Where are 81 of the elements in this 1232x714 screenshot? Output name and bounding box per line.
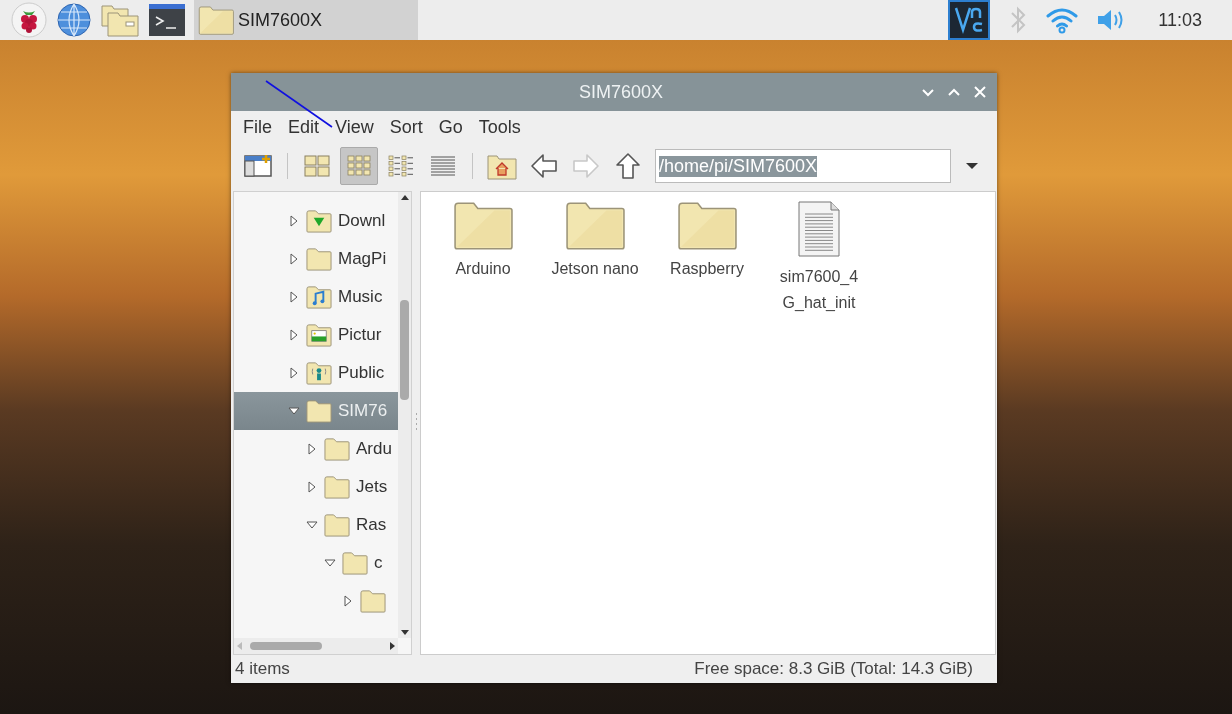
tree-label: Jets bbox=[356, 477, 388, 497]
menu-item[interactable]: File bbox=[235, 116, 280, 138]
folder-icon bbox=[453, 200, 513, 250]
vnc-icon[interactable] bbox=[948, 0, 991, 40]
file-name[interactable]: sim7600_4G_hat_init bbox=[779, 264, 859, 316]
tree-item[interactable]: Jets bbox=[234, 468, 398, 506]
file-name[interactable]: Jetson nano bbox=[540, 256, 650, 282]
compact-list-icon bbox=[387, 153, 415, 179]
expand-arrow-icon[interactable] bbox=[306, 443, 318, 455]
file-name[interactable]: Arduino bbox=[428, 256, 538, 282]
music-folder-icon bbox=[305, 284, 333, 310]
expand-arrow-icon[interactable] bbox=[288, 215, 300, 227]
up-arrow-icon bbox=[613, 152, 643, 180]
scrollbar-thumb[interactable] bbox=[250, 642, 322, 650]
globe-icon[interactable] bbox=[56, 2, 92, 38]
menu-item[interactable]: Sort bbox=[381, 116, 431, 138]
folder-icon bbox=[323, 474, 351, 500]
home-folder-icon bbox=[487, 152, 517, 180]
tree-label: MagPi bbox=[338, 249, 387, 269]
terminal-icon[interactable] bbox=[148, 3, 186, 37]
folder-icon bbox=[323, 512, 351, 538]
scrollbar-thumb[interactable] bbox=[400, 300, 409, 400]
document-icon bbox=[797, 200, 841, 258]
free-space-text: Free space: 8.3 GiB (Total: 14.3 GiB) bbox=[694, 659, 973, 679]
large-grid-icon bbox=[303, 153, 331, 179]
tree-label: Music bbox=[338, 287, 383, 307]
menu-item[interactable]: Go bbox=[430, 116, 471, 138]
folder-icon bbox=[305, 246, 333, 272]
shared-folder-icon bbox=[305, 360, 333, 386]
horizontal-scrollbar[interactable] bbox=[234, 638, 398, 654]
tree-item[interactable]: Music bbox=[234, 278, 398, 316]
collapse-arrow-icon[interactable] bbox=[288, 405, 300, 417]
folder-icon bbox=[677, 200, 737, 250]
menu-item[interactable]: View bbox=[327, 116, 382, 138]
tree-label: c bbox=[374, 553, 383, 573]
close-icon[interactable] bbox=[973, 85, 987, 99]
folder-icon bbox=[359, 588, 387, 614]
file-name[interactable]: Raspberry bbox=[652, 256, 762, 282]
list-icon bbox=[429, 153, 457, 179]
expand-arrow-icon[interactable] bbox=[288, 329, 300, 341]
dropdown-caret-icon[interactable] bbox=[965, 162, 979, 170]
folder-icon bbox=[341, 550, 369, 576]
vertical-scrollbar[interactable] bbox=[398, 192, 411, 638]
expand-arrow-icon[interactable] bbox=[288, 291, 300, 303]
back-arrow-icon bbox=[529, 152, 559, 180]
raspberry-icon[interactable] bbox=[10, 1, 48, 39]
expand-arrow-icon[interactable] bbox=[288, 253, 300, 265]
window-title: SIM7600X bbox=[577, 81, 665, 103]
tree-label: SIM76 bbox=[338, 401, 388, 421]
tree-item[interactable]: Ardu bbox=[234, 430, 398, 468]
menu-item[interactable]: Edit bbox=[280, 116, 328, 138]
tree-label: Pictur bbox=[338, 325, 382, 345]
folder-icon bbox=[323, 436, 351, 462]
tree-item[interactable]: c bbox=[234, 544, 398, 582]
folder-icon bbox=[565, 200, 625, 250]
tree-label: Ras bbox=[356, 515, 387, 535]
forward-arrow-icon bbox=[571, 152, 601, 180]
download-folder-icon bbox=[305, 208, 333, 234]
expand-arrow-icon[interactable] bbox=[288, 367, 300, 379]
expand-arrow-icon[interactable] bbox=[342, 595, 354, 607]
tree-item[interactable]: Pictur bbox=[234, 316, 398, 354]
clock[interactable]: 11:03 bbox=[1158, 9, 1202, 31]
folder-icon bbox=[198, 5, 234, 35]
menu-item[interactable]: Tools bbox=[470, 116, 529, 138]
collapse-arrow-icon[interactable] bbox=[306, 519, 318, 531]
expand-arrow-icon[interactable] bbox=[306, 481, 318, 493]
item-count: 4 items bbox=[235, 659, 290, 679]
task-button[interactable]: SIM7600X bbox=[194, 0, 418, 40]
tree-item[interactable]: Downl bbox=[234, 202, 398, 240]
tree-item[interactable]: MagPi bbox=[234, 240, 398, 278]
window-icon bbox=[243, 153, 273, 179]
wifi-icon[interactable] bbox=[1046, 6, 1079, 34]
grid-icon bbox=[345, 153, 373, 179]
folder-icon bbox=[305, 398, 333, 424]
tree-label: Public bbox=[338, 363, 385, 383]
tree-label: Downl bbox=[338, 211, 386, 231]
pictures-folder-icon bbox=[305, 322, 333, 348]
collapse-arrow-icon[interactable] bbox=[324, 557, 336, 569]
tree-item[interactable]: Ras bbox=[234, 506, 398, 544]
tree-item[interactable]: Public bbox=[234, 354, 398, 392]
tree-label: Ardu bbox=[356, 439, 392, 459]
